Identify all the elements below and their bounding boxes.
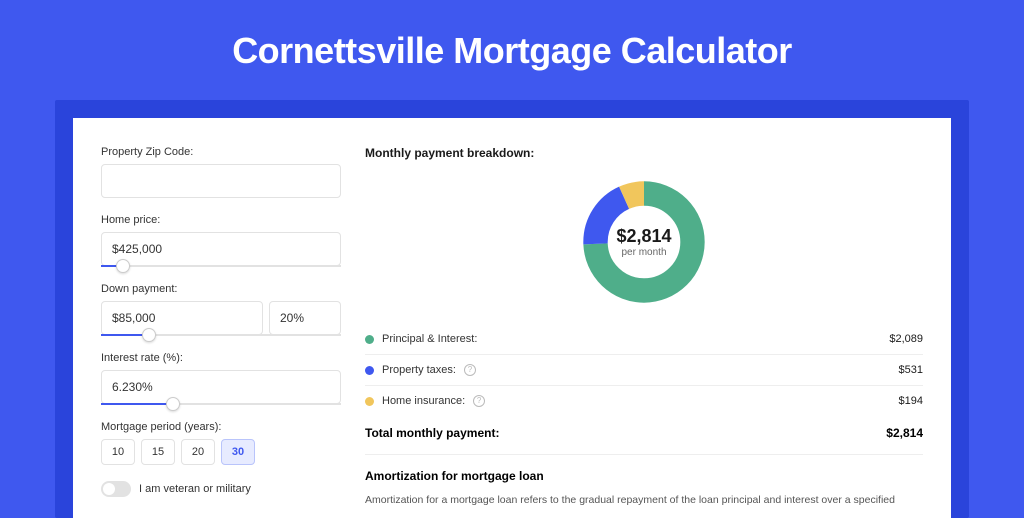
legend-label: Home insurance: — [382, 395, 465, 407]
interest-rate-slider-fill — [101, 403, 173, 405]
donut-chart: $2,814 per month — [580, 178, 708, 306]
page-title: Cornettsville Mortgage Calculator — [55, 30, 969, 72]
interest-rate-label: Interest rate (%): — [101, 352, 341, 364]
donut-subtext: per month — [621, 247, 666, 258]
veteran-row: I am veteran or military — [101, 481, 341, 497]
legend-row: Principal & Interest: $2,089 — [365, 324, 923, 355]
legend-label: Principal & Interest: — [382, 333, 477, 345]
total-row: Total monthly payment: $2,814 — [365, 416, 923, 454]
breakdown-legend: Principal & Interest: $2,089 Property taxe… — [365, 324, 923, 416]
mortgage-period-field: Mortgage period (years): 10152030 — [101, 421, 341, 465]
home-price-label: Home price: — [101, 214, 341, 226]
legend-row: Property taxes:? $531 — [365, 355, 923, 386]
down-payment-amount-input[interactable] — [101, 301, 263, 335]
zip-input[interactable] — [101, 164, 341, 198]
info-icon[interactable]: ? — [473, 395, 485, 407]
home-price-field: Home price: — [101, 214, 341, 267]
total-value: $2,814 — [886, 426, 923, 440]
down-payment-slider[interactable] — [101, 334, 341, 336]
down-payment-field: Down payment: — [101, 283, 341, 336]
home-price-slider-thumb[interactable] — [116, 259, 130, 273]
zip-field: Property Zip Code: — [101, 146, 341, 198]
down-payment-slider-thumb[interactable] — [142, 328, 156, 342]
donut-amount: $2,814 — [616, 226, 671, 247]
down-payment-percent-input[interactable] — [269, 301, 341, 335]
donut-chart-wrap: $2,814 per month — [365, 170, 923, 324]
legend-value: $531 — [899, 364, 923, 376]
amortization-section: Amortization for mortgage loan Amortizat… — [365, 454, 923, 509]
legend-dot-icon — [365, 397, 374, 406]
mortgage-period-options: 10152030 — [101, 439, 341, 465]
interest-rate-field: Interest rate (%): — [101, 352, 341, 405]
period-option-10[interactable]: 10 — [101, 439, 135, 465]
legend-label: Property taxes: — [382, 364, 456, 376]
period-option-30[interactable]: 30 — [221, 439, 255, 465]
legend-value: $2,089 — [889, 333, 923, 345]
breakdown-column: Monthly payment breakdown: $2,814 per mo… — [365, 146, 923, 518]
amortization-heading: Amortization for mortgage loan — [365, 469, 923, 483]
form-column: Property Zip Code: Home price: Down paym… — [101, 146, 341, 518]
legend-dot-icon — [365, 335, 374, 344]
info-icon[interactable]: ? — [464, 364, 476, 376]
home-price-input[interactable] — [101, 232, 341, 266]
home-price-slider[interactable] — [101, 265, 341, 267]
veteran-label: I am veteran or military — [139, 483, 251, 495]
down-payment-label: Down payment: — [101, 283, 341, 295]
legend-dot-icon — [365, 366, 374, 375]
interest-rate-slider[interactable] — [101, 403, 341, 405]
amortization-text: Amortization for a mortgage loan refers … — [365, 493, 923, 509]
veteran-toggle[interactable] — [101, 481, 131, 497]
zip-label: Property Zip Code: — [101, 146, 341, 158]
interest-rate-slider-thumb[interactable] — [166, 397, 180, 411]
total-label: Total monthly payment: — [365, 426, 499, 440]
donut-center: $2,814 per month — [580, 178, 708, 306]
legend-value: $194 — [899, 395, 923, 407]
interest-rate-input[interactable] — [101, 370, 341, 404]
mortgage-period-label: Mortgage period (years): — [101, 421, 341, 433]
period-option-20[interactable]: 20 — [181, 439, 215, 465]
period-option-15[interactable]: 15 — [141, 439, 175, 465]
legend-row: Home insurance:? $194 — [365, 386, 923, 416]
card-frame: Property Zip Code: Home price: Down paym… — [55, 100, 969, 518]
calculator-card: Property Zip Code: Home price: Down paym… — [73, 118, 951, 518]
breakdown-heading: Monthly payment breakdown: — [365, 146, 923, 160]
